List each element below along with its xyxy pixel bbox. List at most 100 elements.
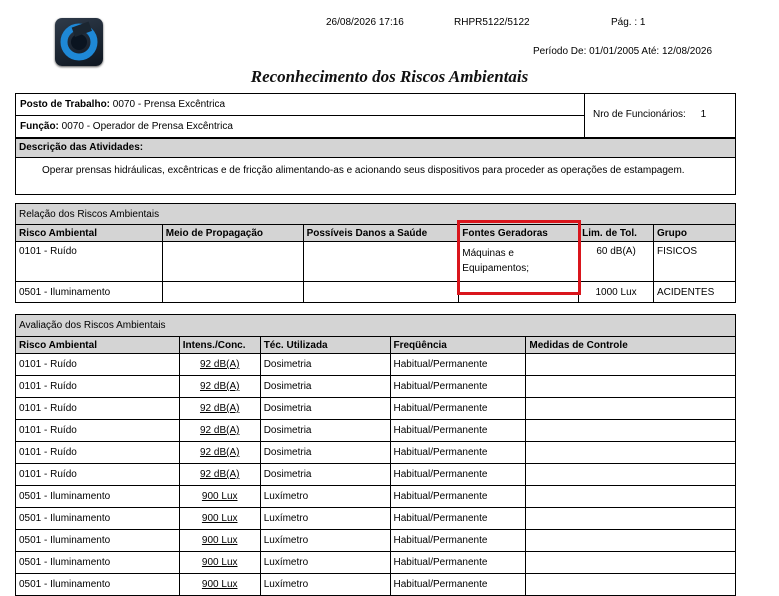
cell-risco: 0101 - Ruído: [15, 419, 180, 442]
cell-freq: Habitual/Permanente: [389, 507, 527, 530]
cell-risco: 0101 - Ruído: [15, 241, 163, 282]
cell-lim: 60 dB(A): [578, 241, 655, 282]
cell-medidas: [525, 353, 736, 376]
cell-medidas: [525, 507, 736, 530]
col-danos: Possíveis Danos a Saúde: [302, 224, 460, 242]
col-medidas: Medidas de Controle: [525, 336, 736, 354]
col-risco: Risco Ambiental: [15, 336, 180, 354]
cell-medidas: [525, 397, 736, 420]
cell-freq: Habitual/Permanente: [389, 529, 527, 552]
cell-tec: Dosimetria: [259, 397, 391, 420]
report-datetime: 26/08/2026 17:16: [326, 17, 404, 28]
atividades-box: Descrição das Atividades: Operar prensas…: [15, 138, 736, 195]
cell-intens: 900 Lux: [178, 507, 261, 530]
cell-risco: 0501 - Iluminamento: [15, 507, 180, 530]
cell-risco: 0101 - Ruído: [15, 441, 180, 464]
report-code: RHPR5122/5122: [454, 17, 530, 28]
table-row: 0101 - Ruído 92 dB(A) Dosimetria Habitual/P…: [15, 397, 736, 420]
cell-risco: 0101 - Ruído: [15, 397, 180, 420]
cell-risco: 0101 - Ruído: [15, 353, 180, 376]
posto-value: 0070 - Prensa Excêntrica: [112, 99, 226, 110]
table-row: 0501 - Iluminamento 900 Lux Luxímetro Habit…: [15, 573, 736, 596]
cell-risco: 0101 - Ruído: [15, 375, 180, 398]
table-row: 0101 - Ruído 92 dB(A) Dosimetria Habitual/P…: [15, 463, 736, 486]
table-row: 0101 - Ruído 92 dB(A) Dosimetria Habitual/P…: [15, 441, 736, 464]
table-row: 0501 - Iluminamento 900 Lux Luxímetro Habit…: [15, 529, 736, 552]
posto-row: Posto de Trabalho: 0070 - Prensa Excêntr…: [20, 99, 225, 110]
table-row: 0501 - Iluminamento 900 Lux Luxímetro Habit…: [15, 551, 736, 574]
cell-freq: Habitual/Permanente: [389, 485, 527, 508]
cell-medidas: [525, 463, 736, 486]
col-tec: Téc. Utilizada: [259, 336, 391, 354]
cell-risco: 0501 - Iluminamento: [15, 551, 180, 574]
cell-danos: [302, 281, 460, 303]
col-risco: Risco Ambiental: [15, 224, 163, 242]
cell-intens: 900 Lux: [178, 529, 261, 552]
posto-funcao-box: Posto de Trabalho: 0070 - Prensa Excêntr…: [15, 93, 736, 138]
cell-tec: Dosimetria: [259, 375, 391, 398]
cell-risco: 0501 - Iluminamento: [15, 573, 180, 596]
cell-medidas: [525, 419, 736, 442]
avaliacao-section: Avaliação dos Riscos Ambientais Risco Am…: [15, 314, 736, 596]
table-row: 0101 - Ruído 92 dB(A) Dosimetria Habitual/P…: [15, 353, 736, 376]
cell-intens: 900 Lux: [178, 551, 261, 574]
funcao-row: Função: 0070 - Operador de Prensa Excênt…: [20, 121, 233, 132]
col-meio: Meio de Propagação: [161, 224, 304, 242]
nro-funcionarios: Nro de Funcionários: 1: [593, 109, 706, 120]
cell-medidas: [525, 375, 736, 398]
cell-grupo: FISICOS: [653, 241, 736, 282]
cell-risco: 0501 - Iluminamento: [15, 485, 180, 508]
cell-medidas: [525, 485, 736, 508]
cell-medidas: [525, 441, 736, 464]
cell-tec: Dosimetria: [259, 353, 391, 376]
avaliacao-table: Risco Ambiental Intens./Conc. Téc. Utili…: [15, 336, 736, 596]
cell-freq: Habitual/Permanente: [389, 375, 527, 398]
logo-icon: [60, 21, 98, 61]
cell-tec: Luxímetro: [259, 551, 391, 574]
cell-intens: 92 dB(A): [178, 419, 261, 442]
nro-funcionarios-value: 1: [700, 109, 707, 120]
cell-meio: [161, 281, 304, 303]
cell-tec: Luxímetro: [259, 573, 391, 596]
col-lim: Lim. de Tol.: [578, 224, 655, 242]
table-row: 0501 - Iluminamento 900 Lux Luxímetro Habit…: [15, 507, 736, 530]
cell-meio: [161, 241, 304, 282]
table-row: 0501 - Iluminamento 900 Lux Luxímetro Habit…: [15, 485, 736, 508]
cell-tec: Dosimetria: [259, 463, 391, 486]
cell-intens: 900 Lux: [178, 573, 261, 596]
cell-intens: 92 dB(A): [178, 463, 261, 486]
col-intens: Intens./Conc.: [178, 336, 261, 354]
cell-freq: Habitual/Permanente: [389, 353, 527, 376]
relacao-header-row: Risco Ambiental Meio de Propagação Possí…: [15, 224, 736, 242]
page-title: Reconhecimento dos Riscos Ambientais: [250, 67, 529, 86]
cell-intens: 92 dB(A): [178, 397, 261, 420]
cell-medidas: [525, 551, 736, 574]
highlight-box: [457, 220, 581, 295]
cell-lim: 1000 Lux: [578, 281, 655, 303]
col-grupo: Grupo: [653, 224, 736, 242]
cell-medidas: [525, 573, 736, 596]
cell-tec: Dosimetria: [259, 441, 391, 464]
nro-funcionarios-label: Nro de Funcionários:: [593, 109, 686, 120]
cell-danos: [302, 241, 460, 282]
cell-intens: 92 dB(A): [178, 375, 261, 398]
relacao-title: Relação dos Riscos Ambientais: [15, 203, 736, 224]
funcao-value: 0070 - Operador de Prensa Excêntrica: [61, 121, 233, 132]
cell-tec: Luxímetro: [259, 529, 391, 552]
page-number: Pág. : 1: [611, 17, 646, 28]
table-row: 0501 - Iluminamento 1000 Lux ACIDENTES: [15, 281, 736, 303]
atividades-text: Operar prensas hidráulicas, excêntricas …: [42, 165, 685, 176]
company-logo: [55, 18, 103, 66]
cell-medidas: [525, 529, 736, 552]
cell-freq: Habitual/Permanente: [389, 419, 527, 442]
cell-freq: Habitual/Permanente: [389, 441, 527, 464]
cell-freq: Habitual/Permanente: [389, 551, 527, 574]
relacao-section: Relação dos Riscos Ambientais Risco Ambi…: [15, 203, 736, 303]
posto-label: Posto de Trabalho:: [20, 99, 111, 110]
cell-tec: Luxímetro: [259, 485, 391, 508]
relacao-table: Risco Ambiental Meio de Propagação Possí…: [15, 224, 736, 303]
cell-intens: 900 Lux: [178, 485, 261, 508]
table-row: 0101 - Ruído Máquinas e Equipamentos; 60…: [15, 241, 736, 282]
cell-freq: Habitual/Permanente: [389, 573, 527, 596]
table-row: 0101 - Ruído 92 dB(A) Dosimetria Habitual/P…: [15, 419, 736, 442]
